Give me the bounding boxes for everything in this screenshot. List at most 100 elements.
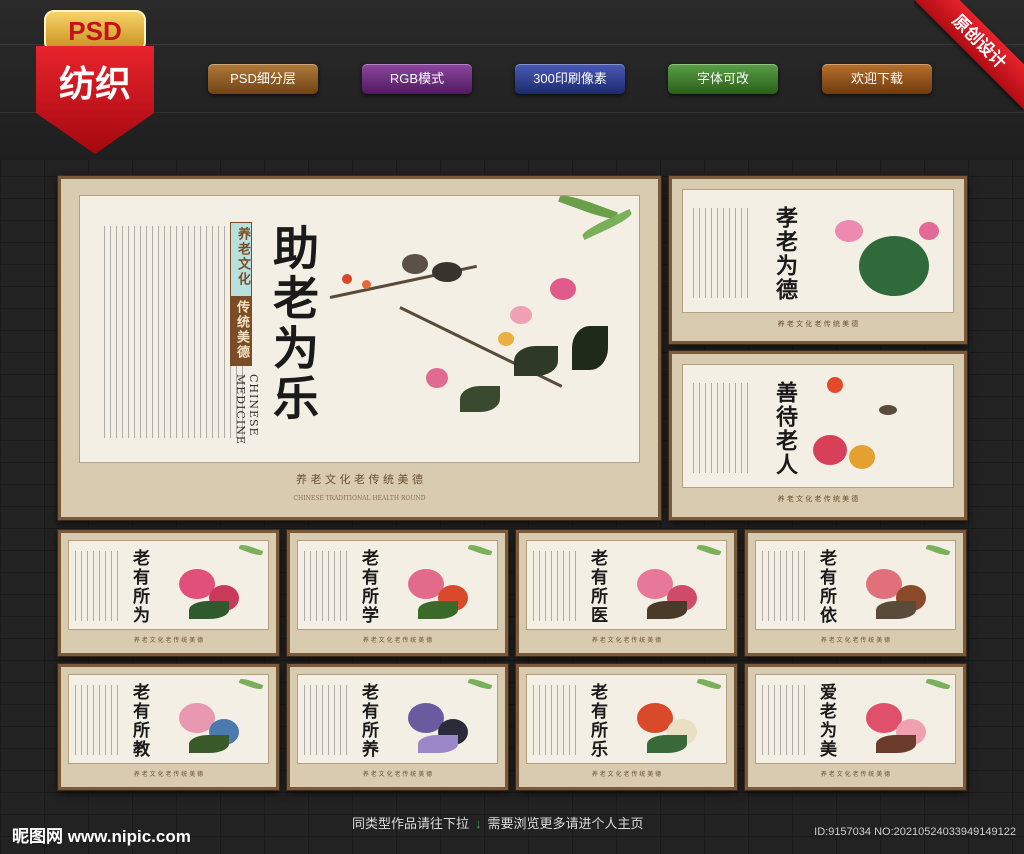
flower [510,306,532,324]
bamboo-leaf [238,677,264,691]
subtitle-bottom: 传统美德 [234,300,249,360]
poster-footer: 养 老 文 化 老 传 统 美 德 [133,771,204,778]
image-id: ID:9157034 NO:20210524033949149122 [814,826,1016,838]
leaf [876,601,916,619]
poster-footer: 养 老 文 化 老 传 统 美 德 [296,473,423,486]
print-resolution-tag: 300印刷像素 [515,64,625,94]
corner-ribbon: 原创设计 [914,0,1024,110]
poster-title: 老有所乐 [587,683,607,759]
poster-thumbnail: 老有所教 养 老 文 化 老 传 统 美 德 [58,664,279,790]
poster-footer: 养 老 文 化 老 传 统 美 德 [820,637,891,644]
leaf [418,601,458,619]
poster-thumbnail: 老有所乐 养 老 文 化 老 传 统 美 德 [516,664,737,790]
chrysanthemum [813,435,847,465]
bird [432,262,462,282]
bamboo-leaf [467,677,493,691]
browse-prompt: 同类型作品请往下拉 ↓ 需要浏览更多请进个人主页 [352,813,644,832]
poster-title: 孝老为德 [772,206,798,302]
body-text-block [533,551,577,621]
poster-treat-elders-well: 善待老人 养 老 文 化 老 传 统 美 德 [669,351,967,520]
bamboo-leaf [238,543,264,557]
bamboo-leaf [696,677,722,691]
body-text-block [75,551,119,621]
lotus-flower [835,220,863,242]
leaf [460,386,500,412]
poster-paper: 老有所乐 [526,674,727,764]
bamboo-leaf [925,543,951,557]
poster-thumbnail: 老有所依 养 老 文 化 老 传 统 美 德 [745,530,966,656]
poster-paper: 善待老人 [682,364,954,488]
leaf [189,735,229,753]
lotus-leaf [859,236,929,296]
bird [879,405,897,415]
chrysanthemum [849,445,875,469]
poster-paper: 老有所依 [755,540,956,630]
poster-footer: 养 老 文 化 老 传 统 美 德 [133,637,204,644]
bird [402,254,428,274]
poster-title: 爱老为美 [816,683,836,759]
body-text-block [693,208,749,298]
poster-paper: 老有所医 [526,540,727,630]
poster-thumbnail: 老有所医 养 老 文 化 老 传 统 美 德 [516,530,737,656]
poster-thumbnail: 老有所学 养 老 文 化 老 传 统 美 德 [287,530,508,656]
body-text-block [533,685,577,755]
body-text-block [104,226,244,438]
bamboo-leaf [696,543,722,557]
poster-paper: 老有所养 [297,674,498,764]
virtue-tag: 传统美德 [230,296,252,366]
flower [426,368,448,388]
poster-footer: 养 老 文 化 老 传 统 美 德 [591,637,662,644]
poster-footer-en: CHINESE TRADITIONAL HEALTH ROUND [293,495,426,502]
main-poster: 养老文化 传统美德 CHINESE MEDICINE 助老为乐 养 老 文 化 … [58,176,661,520]
poster-footer: 养 老 文 化 老 传 统 美 德 [820,771,891,778]
body-text-block [693,383,749,473]
body-text-block [304,551,348,621]
blossom [342,274,352,284]
body-text-block [762,685,806,755]
site-logo[interactable]: 昵图网 www.nipic.com [12,822,191,847]
poster-footer: 养 老 文 化 老 传 统 美 德 [777,320,859,328]
poster-title: 助老为乐 [266,224,320,424]
poster-thumbnail: 爱老为美 养 老 文 化 老 传 统 美 德 [745,664,966,790]
flower [498,332,514,346]
poster-thumbnail: 老有所养 养 老 文 化 老 传 统 美 德 [287,664,508,790]
poster-title: 老有所教 [129,683,149,759]
psd-layers-tag: PSD细分层 [208,64,318,94]
poster-footer: 养 老 文 化 老 传 统 美 德 [777,495,859,503]
poster-footer: 养 老 文 化 老 传 统 美 德 [362,637,433,644]
poster-title: 善待老人 [772,381,798,477]
poster-paper: 老有所学 [297,540,498,630]
lotus-flower [919,222,939,240]
body-text-block [762,551,806,621]
poster-paper: 爱老为美 [755,674,956,764]
subtitle-top: 养老文化 [235,227,250,287]
original-design-label: 原创设计 [914,0,1024,110]
badge-category-label: 纺织 [36,46,154,154]
english-subtitle: CHINESE MEDICINE [234,374,260,445]
poster-title: 老有所为 [129,549,149,625]
poster-title: 老有所医 [587,549,607,625]
poster-footer: 养 老 文 化 老 传 统 美 德 [362,771,433,778]
poster-paper: 孝老为德 [682,189,954,313]
body-text-block [304,685,348,755]
poster-footer: 养 老 文 化 老 传 统 美 德 [591,771,662,778]
leaf [647,735,687,753]
rgb-mode-tag: RGB模式 [362,64,472,94]
leaf [514,346,558,376]
badge-psd-label: PSD [44,10,146,52]
poster-title: 老有所养 [358,683,378,759]
down-arrow-icon: ↓ [475,816,482,831]
flower [550,278,576,300]
poster-filial-virtue: 孝老为德 养 老 文 化 老 传 统 美 德 [669,176,967,344]
bamboo-leaf [925,677,951,691]
poster-thumbnail: 老有所为 养 老 文 化 老 传 统 美 德 [58,530,279,656]
bamboo-leaf [467,543,493,557]
leaf [572,326,608,370]
psd-badge: PSD 纺织 [30,10,160,160]
poster-title: 老有所依 [816,549,836,625]
poster-paper: 老有所教 [68,674,269,764]
leaf [189,601,229,619]
scroll-down-text: 同类型作品请往下拉 [352,816,470,831]
sun [827,377,843,393]
body-text-block [75,685,119,755]
